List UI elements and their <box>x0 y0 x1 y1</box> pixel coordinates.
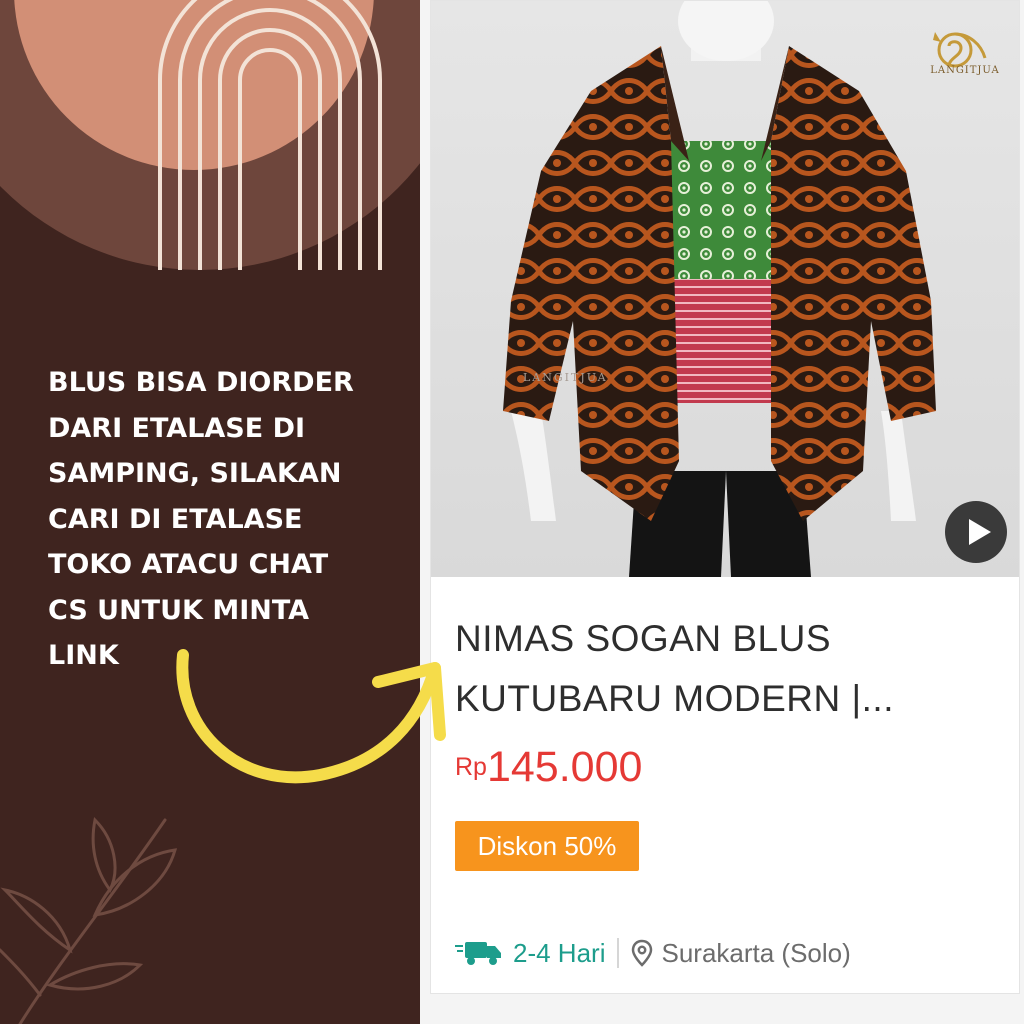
decorative-arches-icon <box>158 0 382 270</box>
promo-line: TOKO ATACU CHAT <box>48 549 329 580</box>
promo-line: SAMPING, SILAKAN <box>48 458 342 489</box>
price-currency: Rp <box>455 753 487 781</box>
discount-badge: Diskon 50% <box>455 821 639 871</box>
store-location: Surakarta (Solo) <box>661 937 851 968</box>
product-image[interactable]: LANGITJUA LANGITJUA <box>431 1 1019 577</box>
brand-name: LANGITJUA <box>930 65 1000 76</box>
promo-line: LINK <box>48 640 119 671</box>
leaf-branch-icon <box>0 816 178 1024</box>
location-pin-icon <box>632 939 653 967</box>
brand-logo-icon <box>933 32 987 68</box>
play-video-button[interactable] <box>945 501 1007 563</box>
product-price: Rp145.000 <box>455 743 642 792</box>
product-title-line: KUTUBARU MODERN |... <box>455 678 894 719</box>
product-title-line: NIMAS SOGAN BLUS <box>455 618 832 659</box>
product-area: LANGITJUA LANGITJUA NIMAS SOGAN BLUS KUT… <box>420 0 1024 1024</box>
delivery-time: 2-4 Hari <box>513 937 606 968</box>
promo-line: CS UNTUK MINTA <box>48 594 310 626</box>
delivery-info: 2-4 Hari Surakarta (Solo) <box>455 931 851 975</box>
promo-line: DARI ETALASE DI <box>48 412 306 444</box>
promo-text: BLUS BISA DIORDER DARI ETALASE DI SAMPIN… <box>48 360 408 679</box>
divider <box>617 938 620 968</box>
promo-line: CARI DI ETALASE <box>48 503 303 535</box>
truck-icon <box>455 942 501 965</box>
watermark-text: LANGITJUA <box>523 371 608 384</box>
product-card[interactable]: LANGITJUA LANGITJUA NIMAS SOGAN BLUS KUT… <box>430 0 1020 994</box>
play-icon <box>969 519 991 545</box>
promo-panel: BLUS BISA DIORDER DARI ETALASE DI SAMPIN… <box>0 0 420 1024</box>
promo-line: BLUS BISA DIORDER <box>48 367 354 398</box>
price-amount: 145.000 <box>486 743 643 791</box>
product-title[interactable]: NIMAS SOGAN BLUS KUTUBARU MODERN |... <box>455 609 1003 729</box>
